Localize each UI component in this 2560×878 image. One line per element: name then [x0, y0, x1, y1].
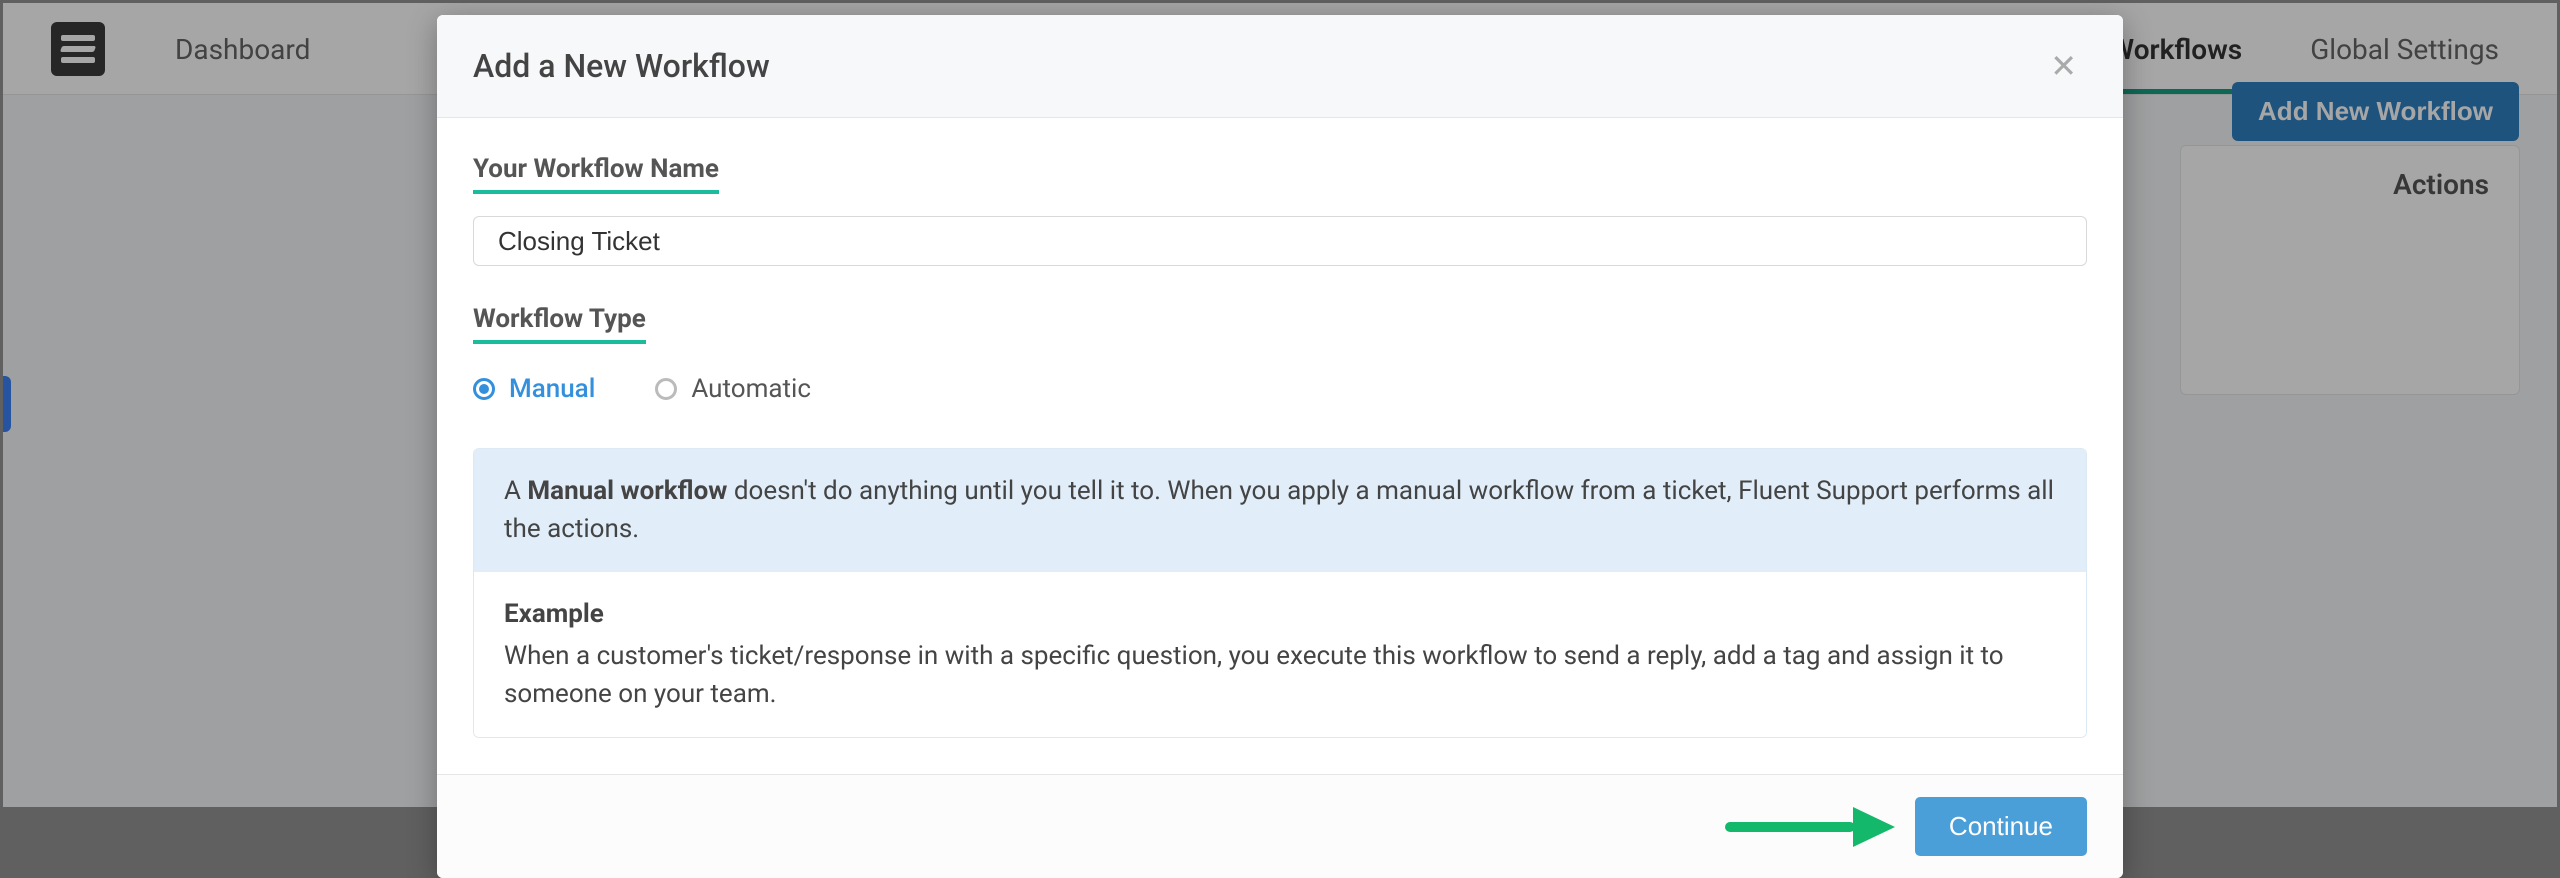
info-box-description: A Manual workflow doesn't do anything un…: [474, 449, 2086, 572]
modal-header: Add a New Workflow ✕: [437, 15, 2123, 118]
info-prefix: A: [504, 476, 527, 506]
modal-footer: Continue: [437, 774, 2123, 878]
example-text: When a customer's ticket/response in wit…: [504, 641, 2004, 709]
example-title: Example: [504, 596, 2056, 634]
modal-title: Add a New Workflow: [473, 47, 770, 85]
info-bold: Manual workflow: [527, 476, 727, 506]
workflow-name-input[interactable]: [473, 216, 2087, 266]
info-box-example: Example When a customer's ticket/respons…: [474, 572, 2086, 737]
radio-automatic[interactable]: Automatic: [655, 374, 811, 404]
continue-button[interactable]: Continue: [1915, 797, 2087, 856]
info-box: A Manual workflow doesn't do anything un…: [473, 448, 2087, 738]
radio-icon: [655, 378, 677, 400]
radio-manual[interactable]: Manual: [473, 374, 595, 404]
radio-automatic-label: Automatic: [691, 374, 811, 404]
radio-icon: [473, 378, 495, 400]
info-rest: doesn't do anything until you tell it to…: [504, 476, 2054, 544]
close-icon[interactable]: ✕: [2040, 43, 2087, 89]
workflow-type-radios: Manual Automatic: [473, 374, 2087, 404]
workflow-name-label: Your Workflow Name: [473, 154, 719, 194]
annotation-arrow: [1725, 815, 1895, 839]
radio-manual-label: Manual: [509, 374, 595, 404]
workflow-type-label: Workflow Type: [473, 304, 646, 344]
modal-body: Your Workflow Name Workflow Type Manual …: [437, 118, 2123, 774]
add-workflow-modal: Add a New Workflow ✕ Your Workflow Name …: [437, 15, 2123, 878]
